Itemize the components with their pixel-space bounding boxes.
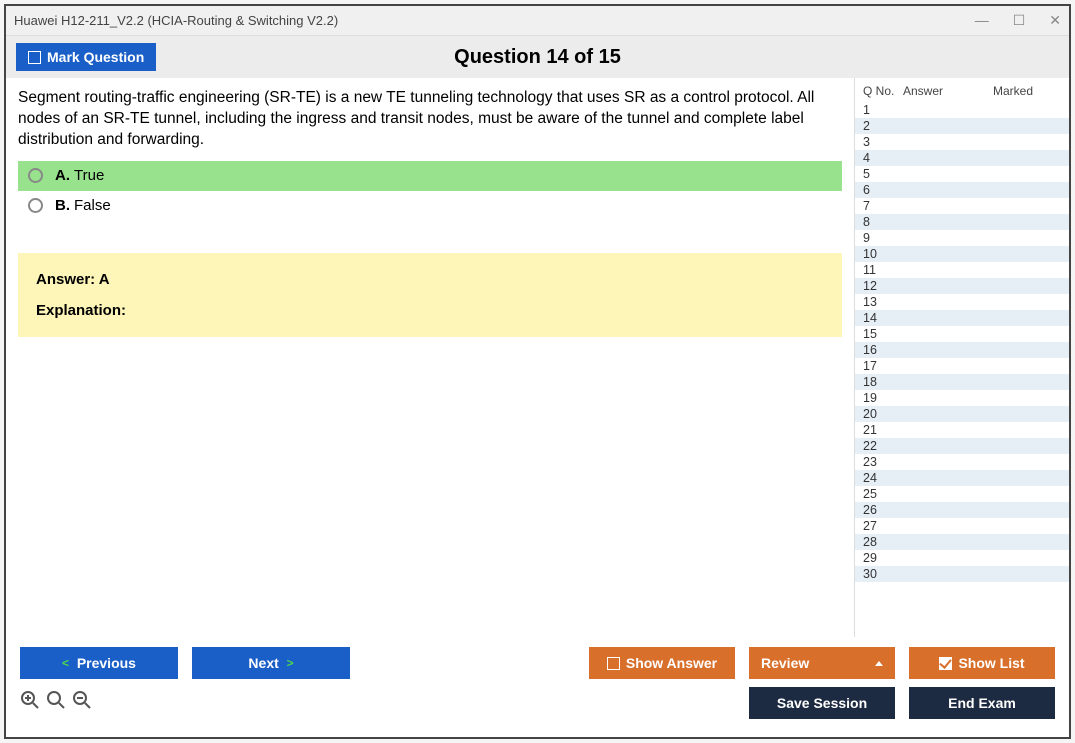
show-answer-button[interactable]: Show Answer [589,647,735,679]
zoom-out-icon[interactable] [72,690,92,716]
question-list-panel: Q No. Answer Marked 12345678910111213141… [854,78,1069,637]
choice-letter: A. [55,167,70,184]
question-list-row[interactable]: 2 [855,118,1069,134]
choice-letter: B. [55,197,70,214]
question-list-row[interactable]: 25 [855,486,1069,502]
mark-question-label: Mark Question [47,49,144,65]
question-list-row[interactable]: 20 [855,406,1069,422]
topbar: Mark Question Question 14 of 15 [6,36,1069,78]
question-list-row[interactable]: 6 [855,182,1069,198]
question-header: Question 14 of 15 [454,46,621,69]
checkbox-icon [28,51,41,64]
maximize-icon[interactable]: ☐ [1013,12,1026,29]
question-list-row[interactable]: 7 [855,198,1069,214]
question-list-row[interactable]: 17 [855,358,1069,374]
save-session-button[interactable]: Save Session [749,687,895,719]
footer: < Previous Next > Show Answer Review Sho… [6,637,1069,737]
question-list-row[interactable]: 13 [855,294,1069,310]
choice-text: False [74,197,111,214]
question-list-row[interactable]: 4 [855,150,1069,166]
review-button[interactable]: Review [749,647,895,679]
next-label: Next [248,655,278,671]
radio-icon [28,168,43,183]
close-icon[interactable]: ✕ [1049,12,1061,29]
checkbox-icon [607,657,620,670]
question-list-row[interactable]: 30 [855,566,1069,582]
next-button[interactable]: Next > [192,647,350,679]
zoom-in-icon[interactable] [46,690,66,716]
question-list-row[interactable]: 5 [855,166,1069,182]
footer-row-2: Save Session End Exam [20,687,1055,719]
zoom-controls [20,690,92,716]
question-list-row[interactable]: 11 [855,262,1069,278]
previous-button[interactable]: < Previous [20,647,178,679]
question-list-row[interactable]: 26 [855,502,1069,518]
question-list-row[interactable]: 12 [855,278,1069,294]
minimize-icon[interactable]: — [975,12,989,29]
chevron-right-icon: > [287,656,294,670]
window-controls: — ☐ ✕ [975,12,1061,29]
question-list-row[interactable]: 19 [855,390,1069,406]
question-list-row[interactable]: 22 [855,438,1069,454]
footer-row-1: < Previous Next > Show Answer Review Sho… [20,647,1055,679]
question-list-row[interactable]: 14 [855,310,1069,326]
col-answer: Answer [903,84,993,98]
choice-text: True [74,167,104,184]
checkbox-checked-icon [939,657,952,670]
question-list-row[interactable]: 9 [855,230,1069,246]
question-list-row[interactable]: 8 [855,214,1069,230]
question-list-row[interactable]: 21 [855,422,1069,438]
review-label: Review [761,655,809,671]
radio-icon [28,198,43,213]
col-qno: Q No. [863,84,903,98]
end-exam-label: End Exam [948,695,1016,711]
col-marked: Marked [993,84,1061,98]
zoom-reset-icon[interactable] [20,690,40,716]
titlebar: Huawei H12-211_V2.2 (HCIA-Routing & Swit… [6,6,1069,36]
question-list-row[interactable]: 24 [855,470,1069,486]
question-list-row[interactable]: 27 [855,518,1069,534]
show-list-button[interactable]: Show List [909,647,1055,679]
answer-label: Answer: A [36,271,824,288]
side-header: Q No. Answer Marked [855,78,1069,102]
previous-label: Previous [77,655,136,671]
explanation-label: Explanation: [36,302,824,319]
mark-question-button[interactable]: Mark Question [16,43,156,71]
question-list-row[interactable]: 23 [855,454,1069,470]
question-list-row[interactable]: 16 [855,342,1069,358]
show-list-label: Show List [958,655,1024,671]
chevron-left-icon: < [62,656,69,670]
save-session-label: Save Session [777,695,867,711]
choice-A[interactable]: A. True [18,161,842,191]
question-list-row[interactable]: 18 [855,374,1069,390]
question-list-row[interactable]: 1 [855,102,1069,118]
choice-B[interactable]: B. False [18,191,842,221]
window-title: Huawei H12-211_V2.2 (HCIA-Routing & Swit… [14,13,338,28]
question-list-row[interactable]: 28 [855,534,1069,550]
question-list-row[interactable]: 15 [855,326,1069,342]
question-list-row[interactable]: 3 [855,134,1069,150]
app-window: Huawei H12-211_V2.2 (HCIA-Routing & Swit… [4,4,1071,739]
question-list-row[interactable]: 10 [855,246,1069,262]
question-list-row[interactable]: 29 [855,550,1069,566]
side-list[interactable]: 1234567891011121314151617181920212223242… [855,102,1069,637]
triangle-up-icon [875,661,883,666]
choices-list: A. TrueB. False [18,161,842,221]
show-answer-label: Show Answer [626,655,717,671]
main-panel: Segment routing-traffic engineering (SR-… [6,78,854,637]
answer-box: Answer: A Explanation: [18,253,842,337]
question-text: Segment routing-traffic engineering (SR-… [18,88,842,151]
end-exam-button[interactable]: End Exam [909,687,1055,719]
content: Segment routing-traffic engineering (SR-… [6,78,1069,637]
